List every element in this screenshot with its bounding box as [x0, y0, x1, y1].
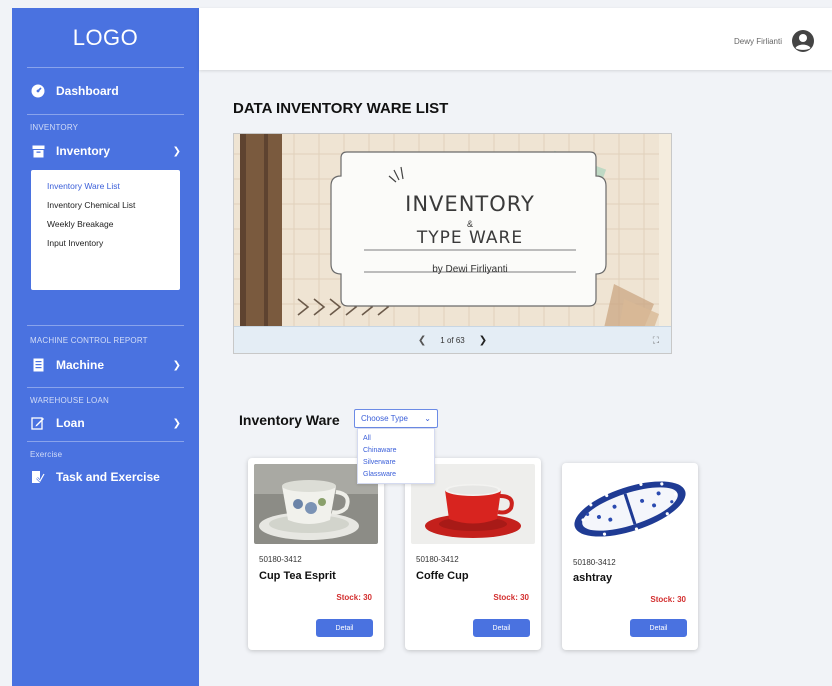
- page-indicator: 1 of 63: [440, 335, 465, 345]
- next-page-icon[interactable]: ❯: [479, 335, 487, 346]
- detail-button[interactable]: Detail: [473, 619, 530, 637]
- slide-author: by Dewi Firliyanti: [432, 264, 508, 275]
- page-title: DATA INVENTORY WARE LIST: [233, 100, 449, 117]
- dropdown-option-all[interactable]: All: [363, 433, 429, 445]
- submenu-item-weekly-breakage[interactable]: Weekly Breakage: [47, 219, 164, 229]
- divider: [27, 325, 184, 326]
- product-stock: Stock: 30: [650, 595, 686, 604]
- sidebar-item-label: Dashboard: [56, 84, 119, 98]
- product-name: Coffe Cup: [416, 570, 469, 582]
- divider: [27, 441, 184, 442]
- section-label-inventory: INVENTORY: [30, 123, 79, 132]
- product-card: 50180-3412 Cup Tea Esprit Stock: 30 Deta…: [248, 458, 384, 650]
- chevron-down-icon: ❯: [172, 359, 181, 371]
- product-code: 50180-3412: [259, 555, 302, 564]
- section-label-machine: MACHINE CONTROL REPORT: [30, 336, 148, 345]
- product-card: 50180-3412 ashtray Stock: 30 Detail: [562, 463, 698, 650]
- product-code: 50180-3412: [416, 555, 459, 564]
- sidebar-item-inventory[interactable]: Inventory ❯: [12, 132, 199, 170]
- sidebar-item-label: Machine: [56, 358, 105, 372]
- sidebar-item-label: Inventory: [56, 144, 111, 158]
- sidebar-item-label: Loan: [56, 416, 85, 430]
- prev-page-icon[interactable]: ❮: [418, 335, 426, 346]
- document-icon: [30, 357, 46, 373]
- type-dropdown-options: All Chinaware Silverware Glassware: [357, 428, 435, 484]
- sidebar-item-machine[interactable]: Machine ❯: [12, 345, 199, 385]
- slide-title-line1: INVENTORY: [405, 192, 535, 216]
- slide-content: INVENTORY & TYPE WARE by Dewi Firliyanti: [335, 152, 605, 310]
- chevron-down-icon: ❯: [172, 417, 181, 429]
- section-label-exercise: Exercise: [30, 450, 63, 459]
- sidebar-item-label: Task and Exercise: [56, 470, 160, 484]
- user-avatar-icon[interactable]: [791, 29, 815, 53]
- dropdown-option-chinaware[interactable]: Chinaware: [363, 445, 429, 457]
- document-viewer[interactable]: INVENTORY & TYPE WARE by Dewi Firliyanti…: [233, 133, 672, 354]
- sidebar-item-task-and-exercise[interactable]: Task and Exercise: [12, 459, 199, 495]
- archive-box-icon: [30, 143, 46, 159]
- dropdown-option-glassware[interactable]: Glassware: [363, 469, 429, 481]
- edit-icon: [30, 415, 46, 431]
- submenu-item-inventory-ware-list[interactable]: Inventory Ware List: [47, 181, 164, 191]
- divider: [27, 114, 184, 115]
- chevron-down-icon: ⌄: [424, 414, 431, 423]
- dashboard-icon: [30, 83, 46, 99]
- product-name: ashtray: [573, 572, 613, 584]
- divider: [27, 387, 184, 388]
- sidebar-item-loan[interactable]: Loan ❯: [12, 405, 199, 441]
- product-name: Cup Tea Esprit: [259, 570, 336, 582]
- chevron-down-icon: ❯: [172, 145, 181, 157]
- inventory-ware-title: Inventory Ware: [239, 412, 340, 428]
- detail-button[interactable]: Detail: [316, 619, 373, 637]
- top-header: Dewy Firlianti: [199, 8, 832, 70]
- product-stock: Stock: 30: [336, 593, 372, 602]
- section-label-warehouse: WAREHOUSE LOAN: [30, 396, 109, 405]
- sidebar-item-dashboard[interactable]: Dashboard: [12, 68, 199, 114]
- logo: LOGO: [27, 8, 184, 68]
- user-name: Dewy Firlianti: [733, 37, 782, 46]
- fullscreen-icon[interactable]: ⛶: [653, 335, 659, 346]
- submenu-item-input-inventory[interactable]: Input Inventory: [47, 238, 164, 248]
- inventory-submenu: Inventory Ware List Inventory Chemical L…: [31, 170, 180, 290]
- product-image-ashtray: [568, 469, 692, 549]
- detail-button[interactable]: Detail: [630, 619, 687, 637]
- dropdown-label: Choose Type: [361, 414, 408, 423]
- slide-title-line2: TYPE WARE: [416, 228, 524, 248]
- product-card: 50180-3412 Coffe Cup Stock: 30 Detail: [405, 458, 541, 650]
- task-icon: [30, 469, 46, 485]
- product-stock: Stock: 30: [493, 593, 529, 602]
- viewer-toolbar: ❮ 1 of 63 ❯ ⛶: [234, 326, 671, 353]
- sidebar: LOGO Dashboard INVENTORY Inventory ❯ Inv…: [12, 8, 199, 686]
- dropdown-option-silverware[interactable]: Silverware: [363, 457, 429, 469]
- submenu-item-inventory-chemical-list[interactable]: Inventory Chemical List: [47, 200, 164, 210]
- type-dropdown[interactable]: Choose Type ⌄: [354, 409, 438, 428]
- product-code: 50180-3412: [573, 558, 616, 567]
